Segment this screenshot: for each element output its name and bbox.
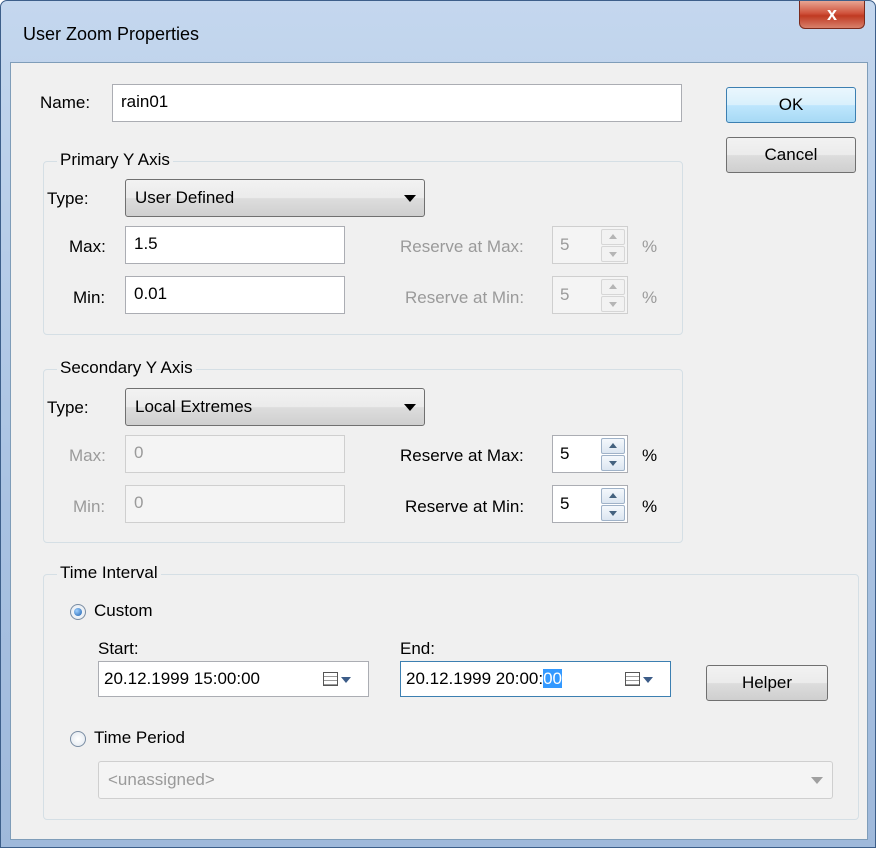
time-period-radio-label: Time Period xyxy=(94,728,186,747)
helper-button[interactable]: Helper xyxy=(706,665,828,701)
end-datetime-selected-seconds: 00 xyxy=(543,669,562,688)
secondary-reserve-min-label: Reserve at Min: xyxy=(405,497,525,516)
secondary-type-value: Local Extremes xyxy=(135,397,253,416)
primary-type-value: User Defined xyxy=(135,188,235,207)
spin-down-icon[interactable] xyxy=(601,505,625,521)
primary-reserve-max-value: 5 xyxy=(560,235,570,254)
secondary-min-input: 0 xyxy=(125,485,345,523)
time-period-radio[interactable] xyxy=(70,731,86,747)
spin-down-icon[interactable] xyxy=(601,455,625,471)
end-datetime-picker[interactable]: 20.12.1999 20:00:00 xyxy=(400,661,671,697)
chevron-down-icon xyxy=(811,777,823,784)
time-interval-title: Time Interval xyxy=(57,563,161,583)
secondary-max-label: Max: xyxy=(69,446,106,465)
chevron-down-icon xyxy=(404,195,416,202)
cancel-button[interactable]: Cancel xyxy=(726,137,856,173)
secondary-min-label: Min: xyxy=(73,497,106,516)
secondary-reserve-max-value: 5 xyxy=(560,444,570,463)
secondary-reserve-min-percent: % xyxy=(642,497,658,516)
secondary-reserve-max-percent: % xyxy=(642,446,658,465)
chevron-down-icon[interactable] xyxy=(341,677,351,683)
primary-type-label: Type: xyxy=(47,189,89,208)
end-datetime-value: 20.12.1999 20:00: xyxy=(406,669,544,688)
calendar-icon[interactable] xyxy=(323,672,338,686)
primary-reserve-min-stepper: 5 xyxy=(552,276,628,314)
radio-selected-dot xyxy=(74,608,82,616)
dialog-client-area: Name: rain01 OK Cancel Primary Y Axis Ty… xyxy=(10,62,868,840)
secondary-type-dropdown[interactable]: Local Extremes xyxy=(125,388,425,426)
primary-reserve-max-label: Reserve at Max: xyxy=(400,237,524,256)
primary-type-dropdown[interactable]: User Defined xyxy=(125,179,425,217)
primary-reserve-min-label: Reserve at Min: xyxy=(405,288,525,307)
secondary-type-label: Type: xyxy=(47,398,89,417)
custom-radio[interactable] xyxy=(70,604,86,620)
start-label: Start: xyxy=(98,639,139,658)
time-period-value: <unassigned> xyxy=(108,770,215,789)
primary-min-input[interactable]: 0.01 xyxy=(125,276,345,314)
spin-up-icon xyxy=(601,229,625,245)
primary-min-label: Min: xyxy=(73,288,106,307)
secondary-reserve-max-label: Reserve at Max: xyxy=(400,446,524,465)
primary-reserve-max-percent: % xyxy=(642,237,658,256)
secondary-y-axis-title: Secondary Y Axis xyxy=(57,358,196,378)
calendar-icon[interactable] xyxy=(625,672,640,686)
close-button[interactable]: x xyxy=(799,1,865,29)
spin-up-icon[interactable] xyxy=(601,488,625,504)
window-title: User Zoom Properties xyxy=(23,24,200,44)
spin-down-icon xyxy=(601,246,625,262)
chevron-down-icon[interactable] xyxy=(643,677,653,683)
secondary-reserve-max-stepper[interactable]: 5 xyxy=(552,435,628,473)
primary-reserve-min-percent: % xyxy=(642,288,658,307)
primary-max-label: Max: xyxy=(69,237,106,256)
start-datetime-picker[interactable]: 20.12.1999 15:00:00 xyxy=(98,661,369,697)
start-datetime-value: 20.12.1999 15:00:00 xyxy=(104,669,260,688)
name-label: Name: xyxy=(40,93,91,112)
primary-reserve-min-value: 5 xyxy=(560,285,570,304)
secondary-max-input: 0 xyxy=(125,435,345,473)
secondary-reserve-min-value: 5 xyxy=(560,494,570,513)
primary-max-input[interactable]: 1.5 xyxy=(125,226,345,264)
end-label: End: xyxy=(400,639,435,658)
time-period-dropdown: <unassigned> xyxy=(98,761,833,799)
secondary-reserve-min-stepper[interactable]: 5 xyxy=(552,485,628,523)
primary-reserve-max-stepper: 5 xyxy=(552,226,628,264)
spin-down-icon xyxy=(601,296,625,312)
primary-y-axis-title: Primary Y Axis xyxy=(57,150,173,170)
chevron-down-icon xyxy=(404,404,416,411)
spin-up-icon xyxy=(601,279,625,295)
name-input[interactable]: rain01 xyxy=(112,84,682,122)
spin-up-icon[interactable] xyxy=(601,438,625,454)
dialog-window: User Zoom Properties x Name: rain01 OK C… xyxy=(0,0,876,848)
ok-button[interactable]: OK xyxy=(726,87,856,123)
custom-radio-label: Custom xyxy=(94,601,153,620)
